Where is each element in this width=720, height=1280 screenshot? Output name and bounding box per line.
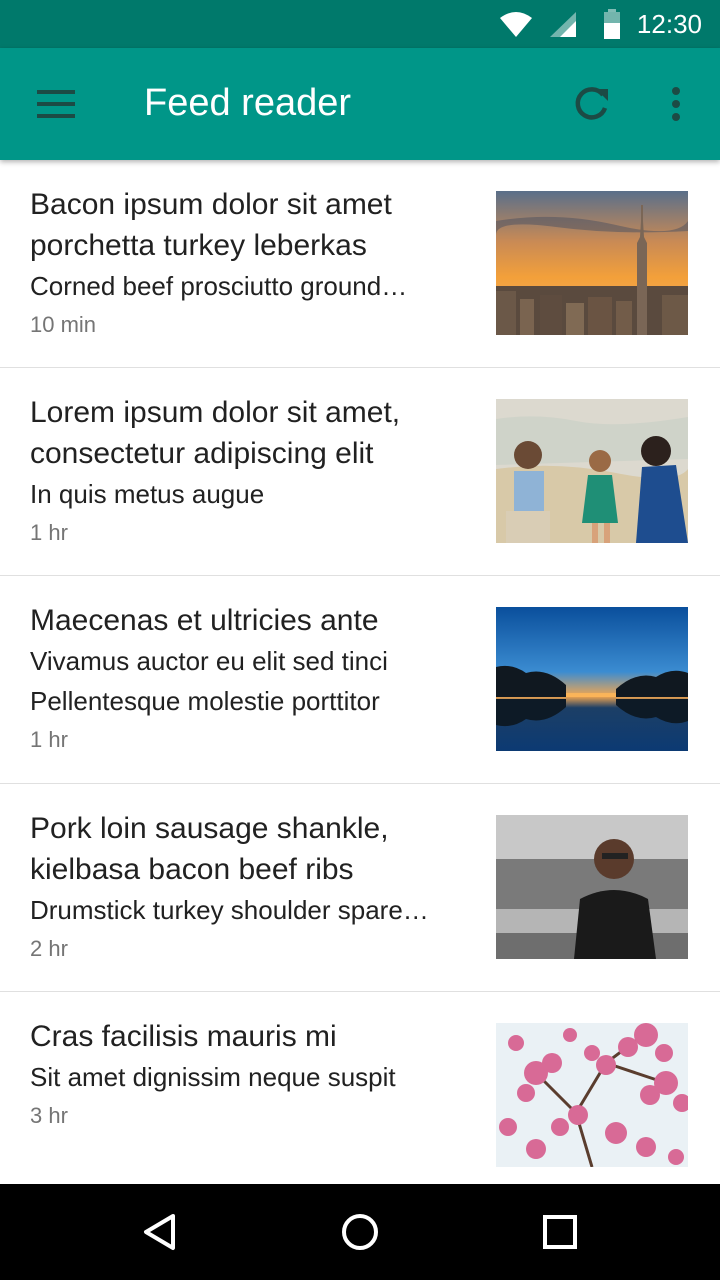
more-vert-icon [672, 87, 680, 121]
feed-item-snippet: Pellentesque molestie porttitor [30, 686, 380, 716]
feed-item-time: 1 hr [30, 727, 68, 752]
feed-item-title: Lorem ipsum dolor sit amet, consectetur … [30, 396, 401, 470]
refresh-button[interactable] [564, 76, 620, 132]
feed-item[interactable]: Maecenas et ultricies ante Vivamus aucto… [0, 576, 720, 784]
feed-item-time: 2 hr [30, 936, 68, 961]
signal-icon [550, 12, 576, 37]
feed-item-snippet: Drumstick turkey shoulder spare… [30, 895, 429, 925]
feed-item-thumbnail [496, 399, 688, 543]
feed-item-text: Lorem ipsum dolor sit amet, consectetur … [30, 392, 460, 552]
feed-item-time: 3 hr [30, 1103, 68, 1128]
feed-item-thumbnail [496, 191, 688, 335]
feed-item[interactable]: Pork loin sausage shankle, kielbasa baco… [0, 784, 720, 992]
back-button[interactable] [130, 1202, 190, 1262]
feed-item-snippet: In quis metus augue [30, 479, 265, 509]
feed-item-time: 10 min [30, 312, 97, 337]
feed-item-thumbnail [496, 607, 688, 751]
feed-item-snippet: Sit amet dignissim neque suspit [30, 1062, 396, 1092]
app-bar: Feed reader [0, 48, 720, 160]
feed-item-title: Bacon ipsum dolor sit amet porchetta tur… [30, 188, 392, 262]
battery-icon [604, 9, 620, 39]
feed-item-snippet: Corned beef prosciutto ground… [30, 271, 408, 301]
feed-item-snippet: Vivamus auctor eu elit sed tinci [30, 646, 388, 676]
feed-item[interactable]: Lorem ipsum dolor sit amet, consectetur … [0, 368, 720, 576]
recents-icon [543, 1215, 577, 1249]
home-button[interactable] [330, 1202, 390, 1262]
feed-item-text: Bacon ipsum dolor sit amet porchetta tur… [30, 184, 460, 344]
feed-item-text: Pork loin sausage shankle, kielbasa baco… [30, 808, 460, 968]
page-title: Feed reader [144, 82, 352, 124]
menu-icon [37, 90, 75, 118]
feed-item-title: Maecenas et ultricies ante [30, 604, 379, 637]
back-icon [144, 1214, 175, 1250]
menu-button[interactable] [28, 76, 84, 132]
feed-item-thumbnail [496, 815, 688, 959]
refresh-icon [575, 87, 608, 120]
feed-item-time: 1 hr [30, 520, 68, 545]
feed-item-title: Cras facilisis mauris mi [30, 1020, 337, 1053]
feed-item-thumbnail [496, 1023, 688, 1167]
home-icon [342, 1214, 378, 1250]
feed-item[interactable]: Bacon ipsum dolor sit amet porchetta tur… [0, 160, 720, 368]
feed-list: Bacon ipsum dolor sit amet porchetta tur… [0, 160, 720, 1184]
feed-item-title: Pork loin sausage shankle, kielbasa baco… [30, 812, 389, 886]
recents-button[interactable] [530, 1202, 590, 1262]
feed-item[interactable]: Cras facilisis mauris mi Sit amet dignis… [0, 992, 720, 1184]
feed-item-text: Maecenas et ultricies ante Vivamus aucto… [30, 600, 460, 759]
status-time: 12:30 [636, 9, 702, 39]
more-options-button[interactable] [648, 76, 704, 132]
status-bar: 12:30 [0, 0, 720, 48]
feed-item-text: Cras facilisis mauris mi Sit amet dignis… [30, 1016, 460, 1135]
wifi-icon [500, 12, 532, 37]
navigation-bar [0, 1184, 720, 1280]
